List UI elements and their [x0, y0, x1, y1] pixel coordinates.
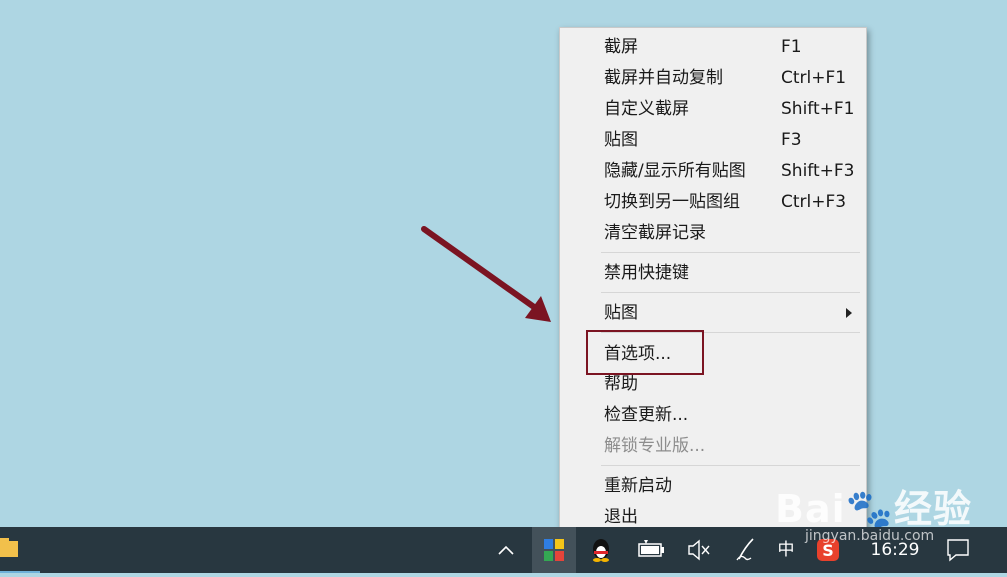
pen-icon[interactable]: [733, 527, 759, 573]
battery-icon[interactable]: [636, 527, 666, 573]
volume-muted-icon[interactable]: [686, 527, 712, 573]
snipaste-icon[interactable]: [532, 527, 576, 573]
action-center-icon[interactable]: [944, 527, 972, 573]
watermark-url: jingyan.baidu.com: [805, 528, 935, 544]
ime-indicator[interactable]: 中: [774, 527, 798, 573]
file-explorer-icon[interactable]: [0, 527, 40, 573]
qq-penguin-icon[interactable]: [588, 527, 614, 573]
chevron-up-icon[interactable]: [495, 527, 517, 573]
baidu-watermark: Bai🐾经验: [775, 487, 972, 531]
